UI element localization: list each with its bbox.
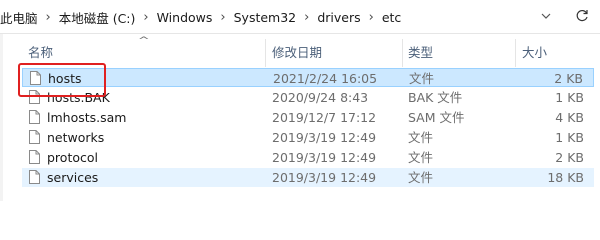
file-size: 2 KB	[554, 71, 583, 86]
address-history-chevron-down-icon[interactable]	[538, 8, 554, 24]
sort-ascending-icon: ^	[137, 36, 150, 46]
file-row[interactable]: hosts 2021/2/24 16:05 文件 2 KB	[22, 68, 594, 87]
file-icon	[30, 71, 41, 85]
breadcrumb-drivers[interactable]: drivers	[314, 10, 363, 25]
breadcrumb-separator-icon[interactable]: ›	[215, 10, 230, 25]
breadcrumb-windows[interactable]: Windows	[154, 10, 216, 25]
breadcrumb-this-pc[interactable]: 此电脑	[0, 8, 41, 27]
file-row[interactable]: services 2019/3/19 12:49 文件 18 KB	[22, 168, 594, 187]
file-name: networks	[47, 130, 105, 145]
file-type: SAM 文件	[408, 110, 465, 125]
address-bar[interactable]: 此电脑 › 本地磁盘 (C:) › Windows › System32 › d…	[0, 0, 600, 34]
file-row[interactable]: networks 2019/3/19 12:49 文件 1 KB	[22, 128, 594, 147]
file-name: lmhosts.sam	[47, 110, 127, 125]
file-size: 4 KB	[555, 110, 584, 125]
breadcrumb-system32[interactable]: System32	[231, 10, 300, 25]
file-type: 文件	[409, 71, 435, 86]
file-icon	[29, 90, 40, 104]
file-row[interactable]: hosts.BAK 2020/9/24 8:43 BAK 文件 1 KB	[22, 88, 594, 107]
file-type: 文件	[408, 130, 434, 145]
file-type: BAK 文件	[408, 90, 463, 105]
file-modified-date: 2019/3/19 12:49	[272, 130, 377, 145]
file-row[interactable]: protocol 2019/3/19 12:49 文件 2 KB	[22, 148, 594, 167]
breadcrumb-separator-icon[interactable]: ›	[364, 10, 379, 25]
breadcrumb-separator-icon[interactable]: ›	[138, 10, 153, 25]
column-divider[interactable]	[265, 39, 266, 67]
file-modified-date: 2020/9/24 8:43	[272, 90, 369, 105]
breadcrumb: 此电脑 › 本地磁盘 (C:) › Windows › System32 › d…	[0, 8, 404, 27]
breadcrumb-etc[interactable]: etc	[379, 10, 404, 25]
file-size: 1 KB	[555, 90, 584, 105]
file-size: 1 KB	[555, 130, 584, 145]
file-icon	[29, 110, 40, 124]
file-name: hosts.BAK	[47, 90, 110, 105]
breadcrumb-separator-icon[interactable]: ›	[41, 10, 56, 25]
file-size: 2 KB	[555, 150, 584, 165]
file-modified-date: 2019/3/19 12:49	[272, 170, 377, 185]
file-icon	[29, 150, 40, 164]
file-name: hosts	[48, 71, 82, 86]
column-header-name[interactable]: 名称	[28, 33, 53, 69]
column-divider[interactable]	[402, 39, 403, 67]
file-row[interactable]: lmhosts.sam 2019/12/7 17:12 SAM 文件 4 KB	[22, 108, 594, 127]
column-headers: 名称 修改日期 类型 大小	[0, 33, 600, 69]
breadcrumb-local-disk[interactable]: 本地磁盘 (C:)	[56, 8, 139, 27]
file-type: 文件	[408, 150, 434, 165]
refresh-icon[interactable]	[570, 4, 594, 28]
file-icon	[29, 170, 40, 184]
file-modified-date: 2019/3/19 12:49	[272, 150, 377, 165]
file-icon	[29, 130, 40, 144]
column-header-size[interactable]: 大小	[522, 33, 547, 69]
breadcrumb-separator-icon[interactable]: ›	[299, 10, 314, 25]
file-type: 文件	[408, 170, 434, 185]
file-name: services	[47, 170, 99, 185]
file-modified-date: 2019/12/7 17:12	[272, 110, 377, 125]
file-size: 18 KB	[547, 170, 584, 185]
file-modified-date: 2021/2/24 16:05	[273, 71, 378, 86]
column-divider[interactable]	[515, 39, 516, 67]
column-header-date[interactable]: 修改日期	[272, 33, 322, 69]
column-header-type[interactable]: 类型	[408, 33, 433, 69]
file-name: protocol	[47, 150, 98, 165]
